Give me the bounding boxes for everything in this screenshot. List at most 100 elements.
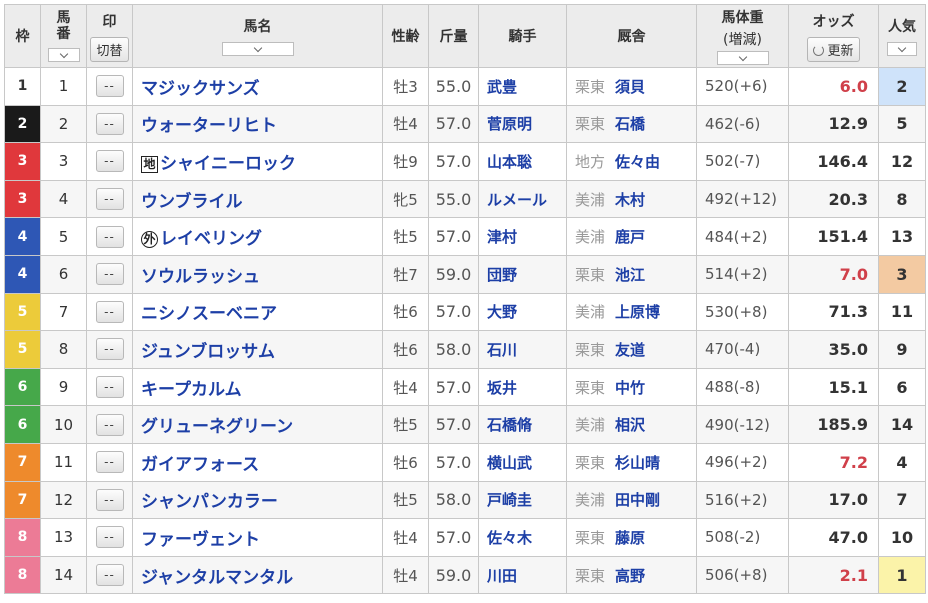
odds-cell: 151.4 bbox=[788, 217, 879, 256]
trainer-link[interactable]: 中竹 bbox=[615, 379, 645, 397]
mark-select-button[interactable]: -- bbox=[95, 413, 124, 436]
mark-select-button[interactable]: -- bbox=[95, 263, 124, 286]
horse-name-link[interactable]: ジャンタルマンタル bbox=[141, 568, 293, 588]
mark-select-button[interactable]: -- bbox=[95, 225, 124, 248]
trainer-link[interactable]: 鹿戸 bbox=[615, 228, 645, 246]
body-weight-cell: 496(+2) bbox=[696, 442, 789, 482]
jockey-link[interactable]: 団野 bbox=[487, 266, 517, 284]
jockey-link[interactable]: ルメール bbox=[487, 191, 547, 209]
odds-cell: 185.9 bbox=[788, 405, 879, 444]
horse-name-link[interactable]: キープカルム bbox=[141, 380, 242, 400]
name-sort-dropdown[interactable] bbox=[221, 42, 294, 56]
table-row: 5 7 -- ニシノスーベニア 牡6 57.0 大野 美浦 上原博 530(+8) 71.3 11 bbox=[4, 292, 926, 332]
mark-toggle-button[interactable]: 切替 bbox=[90, 36, 129, 62]
mark-select-button[interactable]: -- bbox=[95, 188, 124, 211]
odds-refresh-button[interactable]: 更新 bbox=[807, 36, 860, 62]
trainer-link[interactable]: 杉山晴 bbox=[615, 454, 660, 472]
jockey-link[interactable]: 石川 bbox=[487, 341, 517, 359]
foreign-horse-badge: 外 bbox=[141, 231, 158, 249]
jockey-link[interactable]: 佐々木 bbox=[487, 529, 532, 547]
header-body-weight[interactable]: 馬体重 (増減) bbox=[696, 4, 789, 68]
mark-select-button[interactable]: -- bbox=[95, 488, 124, 511]
jockey-link[interactable]: 大野 bbox=[487, 303, 517, 321]
stable-region: 美浦 bbox=[575, 190, 606, 209]
header-name[interactable]: 馬名 bbox=[132, 4, 383, 68]
umaban-cell: 2 bbox=[40, 104, 87, 144]
header-popularity[interactable]: 人気 bbox=[878, 4, 926, 68]
odds-cell: 71.3 bbox=[788, 292, 879, 332]
mark-cell: -- bbox=[86, 179, 133, 219]
trainer-link[interactable]: 田中剛 bbox=[615, 491, 660, 509]
mark-select-button[interactable]: -- bbox=[95, 75, 124, 98]
trainer-link[interactable]: 相沢 bbox=[615, 416, 645, 434]
header-umaban[interactable]: 馬番 bbox=[40, 4, 87, 68]
jockey-link[interactable]: 川田 bbox=[487, 567, 517, 585]
umaban-sort-dropdown[interactable] bbox=[47, 48, 80, 62]
horse-name-link[interactable]: マジックサンズ bbox=[141, 79, 260, 99]
header-waku[interactable]: 枠 bbox=[4, 4, 41, 68]
weight-cell: 57.0 bbox=[428, 405, 479, 444]
horse-name-link[interactable]: レイベリング bbox=[160, 229, 262, 249]
jockey-link[interactable]: 武豊 bbox=[487, 78, 517, 96]
mark-select-button[interactable]: -- bbox=[95, 451, 124, 474]
trainer-link[interactable]: 藤原 bbox=[615, 529, 645, 547]
trainer-link[interactable]: 友道 bbox=[615, 341, 645, 359]
jockey-link[interactable]: 横山武 bbox=[487, 454, 532, 472]
horse-name-link[interactable]: シャンパンカラー bbox=[141, 492, 278, 512]
mark-select-button[interactable]: -- bbox=[95, 526, 124, 549]
jockey-link[interactable]: 津村 bbox=[487, 228, 517, 246]
mark-select-button[interactable]: -- bbox=[95, 150, 124, 173]
horse-name-cell: ジャンタルマンタル bbox=[132, 555, 383, 595]
mark-select-button[interactable]: -- bbox=[95, 112, 124, 135]
table-header-row: 枠 馬番 印 切替 馬名 性齢 斤量 騎手 厩舎 馬体重 (増減) オッズ 更新… bbox=[4, 4, 926, 68]
sex-age-cell: 牡7 bbox=[382, 254, 429, 294]
umaban-cell: 14 bbox=[40, 555, 87, 595]
trainer-link[interactable]: 木村 bbox=[615, 191, 645, 209]
odds-cell: 2.1 bbox=[788, 555, 879, 595]
horse-name-link[interactable]: ファーヴェント bbox=[141, 530, 260, 550]
horse-name-link[interactable]: ガイアフォース bbox=[141, 455, 259, 475]
jockey-link[interactable]: 戸崎圭 bbox=[487, 491, 532, 509]
popularity-cell: 3 bbox=[878, 254, 926, 294]
stable-cell: 美浦 鹿戸 bbox=[566, 217, 697, 256]
mark-cell: -- bbox=[86, 405, 133, 444]
horse-name-link[interactable]: ニシノスーベニア bbox=[141, 304, 277, 324]
popularity-cell: 8 bbox=[878, 179, 926, 219]
horse-name-link[interactable]: ウンブライル bbox=[141, 192, 243, 212]
odds-cell: 7.0 bbox=[788, 254, 879, 294]
jockey-link[interactable]: 菅原明 bbox=[487, 115, 532, 133]
trainer-link[interactable]: 須貝 bbox=[615, 78, 645, 96]
odds-cell: 47.0 bbox=[788, 518, 879, 557]
jockey-link[interactable]: 坂井 bbox=[487, 379, 517, 397]
trainer-link[interactable]: 上原博 bbox=[615, 303, 660, 321]
trainer-link[interactable]: 池江 bbox=[615, 266, 645, 284]
horse-name-cell: マジックサンズ bbox=[132, 67, 383, 106]
trainer-link[interactable]: 佐々由 bbox=[615, 153, 660, 171]
stable-cell: 栗東 杉山晴 bbox=[566, 442, 697, 482]
mark-select-button[interactable]: -- bbox=[95, 376, 124, 399]
mark-select-button[interactable]: -- bbox=[95, 338, 124, 361]
horse-name-link[interactable]: シャイニーロック bbox=[160, 154, 296, 174]
jockey-cell: 佐々木 bbox=[478, 518, 567, 557]
popularity-sort-dropdown[interactable] bbox=[887, 42, 917, 56]
popularity-cell: 4 bbox=[878, 442, 926, 482]
waku-cell: 6 bbox=[4, 367, 41, 407]
horse-name-link[interactable]: ソウルラッシュ bbox=[141, 267, 260, 287]
horse-name-link[interactable]: ウォーターリヒト bbox=[141, 116, 277, 136]
header-stable-label: 厩舎 bbox=[617, 29, 646, 45]
jockey-link[interactable]: 山本聡 bbox=[487, 153, 532, 171]
mark-select-button[interactable]: -- bbox=[95, 564, 124, 587]
odds-refresh-label: 更新 bbox=[827, 43, 854, 59]
body-weight-sort-dropdown[interactable] bbox=[716, 51, 769, 65]
header-odds[interactable]: オッズ 更新 bbox=[788, 4, 879, 68]
trainer-link[interactable]: 石橋 bbox=[615, 115, 645, 133]
horse-name-link[interactable]: ジュンブロッサム bbox=[141, 342, 275, 362]
trainer-link[interactable]: 高野 bbox=[615, 567, 645, 585]
popularity-cell: 2 bbox=[878, 67, 926, 106]
stable-cell: 美浦 相沢 bbox=[566, 405, 697, 444]
horse-name-link[interactable]: グリューネグリーン bbox=[141, 417, 293, 437]
jockey-cell: 武豊 bbox=[478, 67, 567, 106]
jockey-link[interactable]: 石橋脩 bbox=[487, 416, 532, 434]
mark-cell: -- bbox=[86, 217, 133, 256]
mark-select-button[interactable]: -- bbox=[95, 300, 124, 323]
